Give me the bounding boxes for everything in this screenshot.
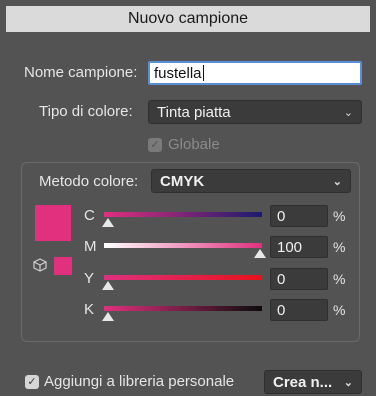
color-type-dropdown[interactable]: Tinta piatta ⌄ <box>148 100 362 124</box>
channel-k-label: K <box>84 301 95 318</box>
add-to-library-checkbox[interactable]: ✓ <box>25 375 39 389</box>
channel-m-input[interactable]: 100 <box>270 236 328 258</box>
channel-k-unit: % <box>333 302 346 318</box>
channel-y-input[interactable]: 0 <box>270 268 328 290</box>
channel-k-value: 0 <box>277 301 286 319</box>
chevron-down-icon: ⌄ <box>343 106 353 119</box>
color-mode-dropdown[interactable]: CMYK ⌄ <box>151 169 351 193</box>
text-caret <box>202 65 204 81</box>
chevron-down-icon: ⌄ <box>343 376 353 389</box>
channel-k-slider-track[interactable] <box>104 306 262 311</box>
global-checkbox[interactable]: ✓ <box>148 138 162 152</box>
channel-y-slider-thumb[interactable] <box>102 281 114 290</box>
channel-m-slider-thumb[interactable] <box>254 249 266 258</box>
channel-c-unit: % <box>333 208 346 224</box>
color-type-value: Tinta piatta <box>157 103 231 121</box>
channel-k-input[interactable]: 0 <box>270 299 328 321</box>
checkmark-icon: ✓ <box>27 375 37 388</box>
swatch-name-input[interactable]: fustella <box>148 61 362 85</box>
channel-c-value: 0 <box>277 207 286 225</box>
channel-y-value: 0 <box>277 270 286 288</box>
global-label: Globale <box>168 136 220 153</box>
channel-m-slider-track[interactable] <box>104 243 262 248</box>
color-preview-swatch <box>35 205 71 241</box>
gamut-corrected-swatch[interactable] <box>54 257 72 275</box>
color-mode-label: Metodo colore: <box>35 173 143 190</box>
color-mode-value: CMYK <box>160 172 205 190</box>
channel-c-label: C <box>84 207 95 224</box>
channel-c-input[interactable]: 0 <box>270 205 328 227</box>
color-type-label: Tipo di colore: <box>39 103 133 120</box>
checkmark-icon: ✓ <box>150 138 160 151</box>
channel-m-unit: % <box>333 239 346 255</box>
channel-m-label: M <box>84 238 97 255</box>
channel-k-slider-thumb[interactable] <box>102 312 114 321</box>
library-select-value: Crea n... <box>273 373 333 391</box>
channel-y-unit: % <box>333 271 346 287</box>
channel-y-slider-track[interactable] <box>104 275 262 280</box>
chevron-down-icon: ⌄ <box>332 175 342 188</box>
out-of-gamut-cube-icon[interactable] <box>33 258 47 272</box>
add-to-library-label: Aggiungi a libreria personale <box>44 373 235 390</box>
dialog-title-bar: Nuovo campione <box>6 6 370 32</box>
channel-c-slider-thumb[interactable] <box>102 218 114 227</box>
swatch-name-label: Nome campione: <box>24 64 138 81</box>
dialog-title: Nuovo campione <box>127 10 249 27</box>
library-select-dropdown[interactable]: Crea n... ⌄ <box>264 370 362 394</box>
channel-m-value: 100 <box>277 238 303 256</box>
channel-c-slider-track[interactable] <box>104 212 262 217</box>
swatch-name-value: fustella <box>154 64 202 82</box>
channel-y-label: Y <box>84 270 95 287</box>
